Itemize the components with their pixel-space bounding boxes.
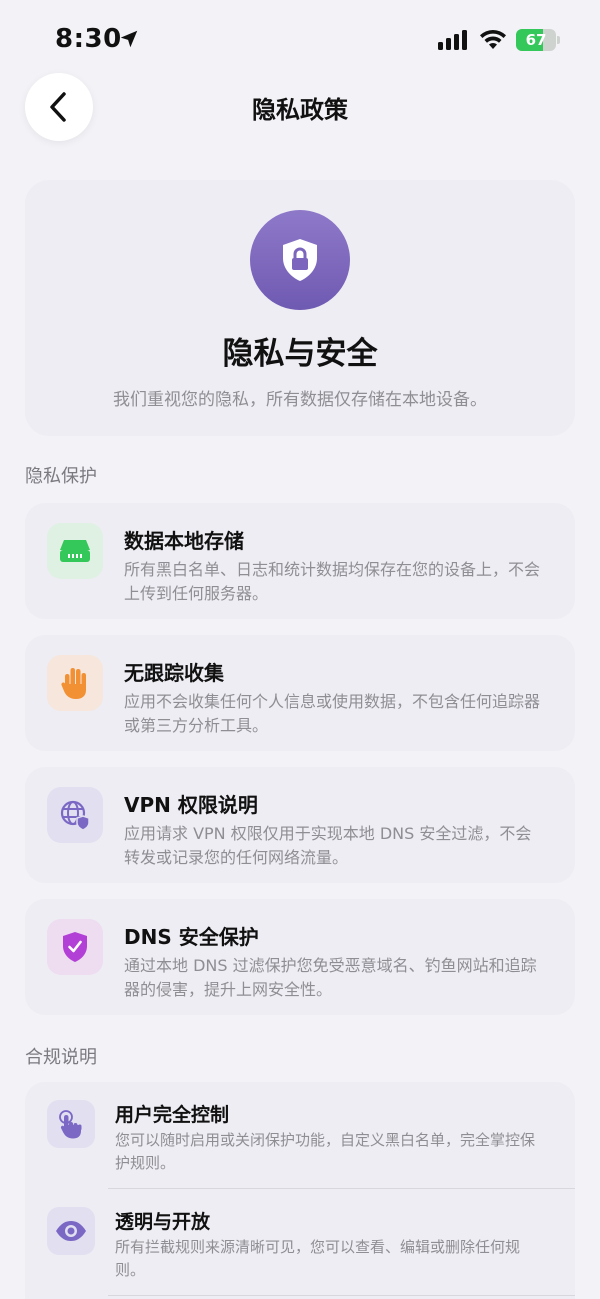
feature-description: 通过本地 DNS 过滤保护您免受恶意域名、钓鱼网站和追踪器的侵害，提升上网安全性… [124, 956, 537, 999]
list-item-title: 用户完全控制 [115, 1104, 230, 1126]
status-bar: 8:30 67 [0, 0, 600, 80]
list-item-description: 所有拦截规则来源清晰可见，您可以查看、编辑或删除任何规则。 [115, 1238, 521, 1279]
status-time: 8:30 [55, 24, 122, 54]
battery-level: 67 [525, 31, 547, 49]
feature-description: 应用请求 VPN 权限仅用于实现本地 DNS 安全过滤，不会转发或记录您的任何网… [124, 824, 532, 867]
list-item-title: 透明与开放 [115, 1211, 211, 1233]
list-item-description: 您可以随时启用或关闭保护功能，自定义黑白名单，完全掌控保护规则。 [115, 1131, 536, 1172]
hand-stop-icon [47, 655, 103, 711]
hero-subtitle: 我们重视您的隐私，所有数据仅存储在本地设备。 [113, 390, 487, 410]
feature-card-local-storage: 数据本地存储 所有黑白名单、日志和统计数据均保存在您的设备上，不会上传到任何服务… [25, 503, 575, 619]
feature-title: 无跟踪收集 [124, 661, 224, 685]
section-title-privacy: 隐私保护 [25, 466, 97, 487]
section-title-compliance: 合规说明 [25, 1047, 97, 1068]
globe-lock-icon [47, 787, 103, 843]
cellular-signal-icon [438, 30, 467, 50]
feature-description: 应用不会收集任何个人信息或使用数据，不包含任何追踪器或第三方分析工具。 [124, 692, 541, 735]
location-arrow-icon [120, 30, 138, 48]
feature-title: DNS 安全保护 [124, 925, 259, 949]
wifi-icon [480, 29, 506, 49]
feature-card-vpn: VPN 权限说明 应用请求 VPN 权限仅用于实现本地 DNS 安全过滤，不会转… [25, 767, 575, 883]
feature-title: VPN 权限说明 [124, 793, 258, 817]
divider [108, 1295, 575, 1296]
feature-title: 数据本地存储 [124, 529, 244, 553]
feature-card-no-tracking: 无跟踪收集 应用不会收集任何个人信息或使用数据，不包含任何追踪器或第三方分析工具… [25, 635, 575, 751]
storage-icon [47, 523, 103, 579]
hand-tap-icon [47, 1100, 95, 1148]
battery-indicator: 67 [516, 29, 560, 51]
list-item-user-control: 用户完全控制 您可以随时启用或关闭保护功能，自定义黑白名单，完全掌控保护规则。 [25, 1082, 575, 1190]
hero-title: 隐私与安全 [222, 336, 378, 372]
compliance-list: 用户完全控制 您可以随时启用或关闭保护功能，自定义黑白名单，完全掌控保护规则。 … [25, 1082, 575, 1299]
shield-check-icon [47, 919, 103, 975]
feature-description: 所有黑白名单、日志和统计数据均保存在您的设备上，不会上传到任何服务器。 [124, 560, 541, 603]
feature-card-dns: DNS 安全保护 通过本地 DNS 过滤保护您免受恶意域名、钓鱼网站和追踪器的侵… [25, 899, 575, 1015]
list-item-transparency: 透明与开放 所有拦截规则来源清晰可见，您可以查看、编辑或删除任何规则。 [25, 1189, 575, 1297]
privacy-hero-card: 隐私与安全 我们重视您的隐私，所有数据仅存储在本地设备。 [25, 180, 575, 436]
eye-icon [47, 1207, 95, 1255]
shield-lock-icon [250, 210, 350, 310]
page-title: 隐私政策 [252, 96, 348, 124]
